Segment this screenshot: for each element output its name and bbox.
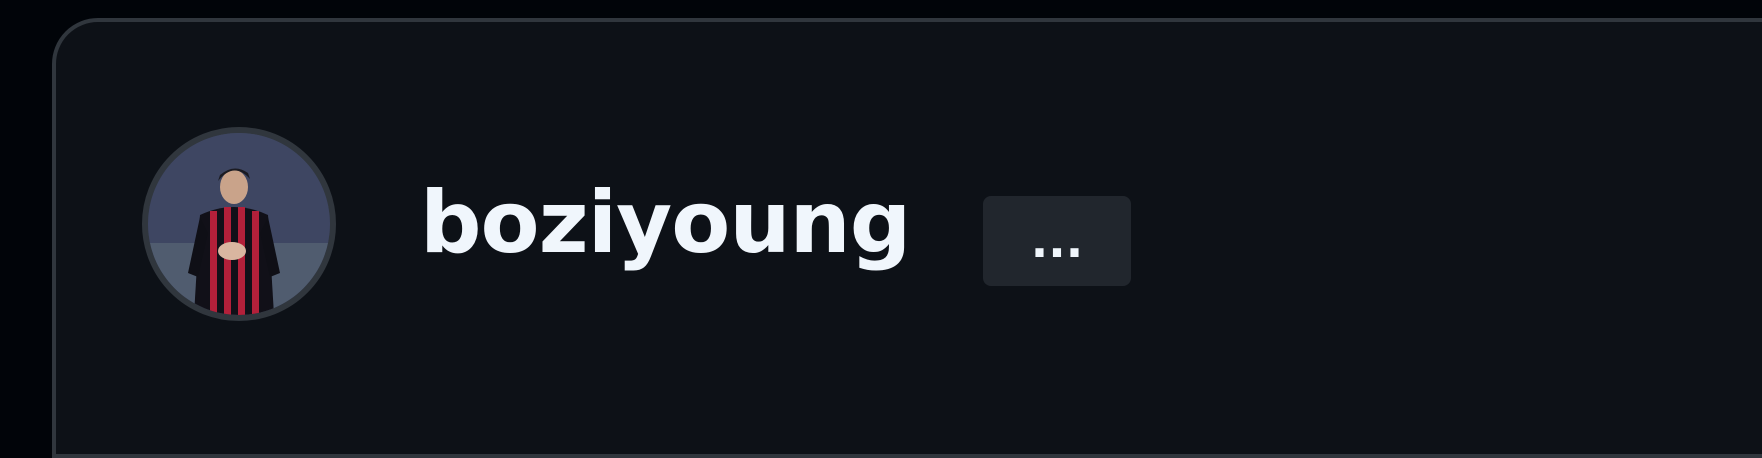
avatar[interactable] xyxy=(142,127,336,321)
more-options-button[interactable]: ... xyxy=(983,196,1131,286)
ellipsis-icon: ... xyxy=(1030,214,1084,268)
username[interactable]: boziyoung xyxy=(420,168,911,278)
avatar-photo-icon xyxy=(148,133,330,315)
